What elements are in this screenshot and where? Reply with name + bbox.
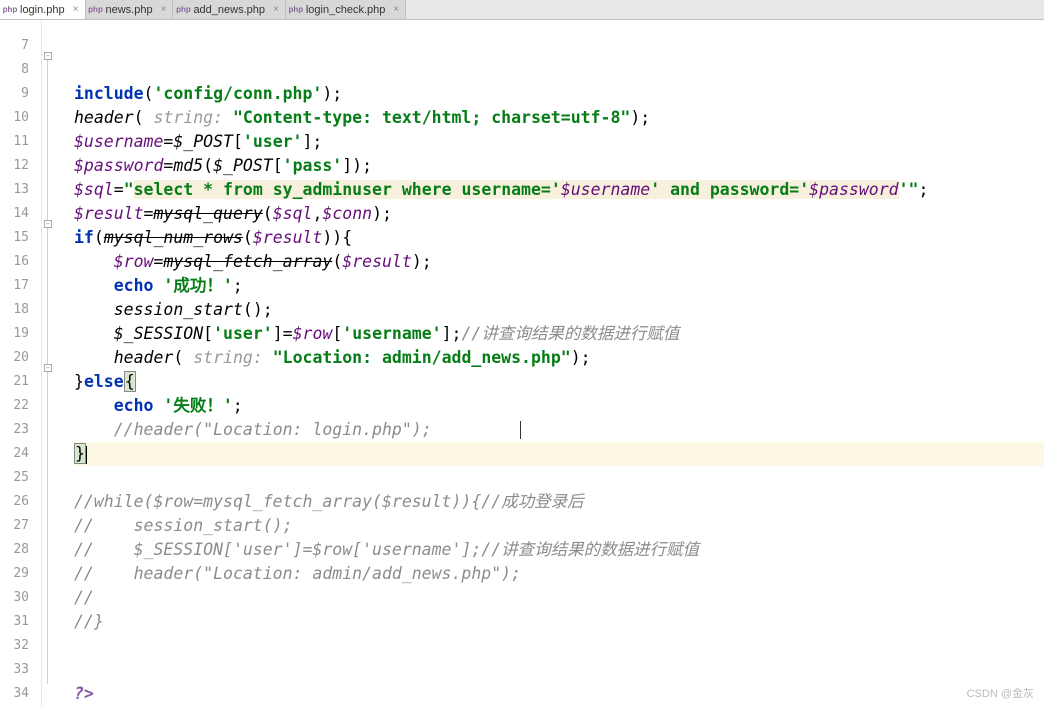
code-line[interactable]: //while($row=mysql_fetch_array($result))…: [74, 490, 1044, 514]
tab-label: news.php: [106, 4, 153, 16]
code-line[interactable]: $row=mysql_fetch_array($result);: [74, 250, 1044, 274]
php-icon: php: [4, 4, 16, 16]
code-line[interactable]: header( string: "Location: admin/add_new…: [74, 346, 1044, 370]
php-icon: php: [90, 4, 102, 16]
line-number: 31: [0, 610, 29, 634]
code-line[interactable]: // $_SESSION['user']=$row['username'];//…: [74, 538, 1044, 562]
code-line[interactable]: $_SESSION['user']=$row['username'];//讲查询…: [74, 322, 1044, 346]
line-number: 26: [0, 490, 29, 514]
php-icon: php: [290, 4, 302, 16]
tab-label: login_check.php: [306, 4, 386, 16]
line-number: 10: [0, 106, 29, 130]
line-number: 18: [0, 298, 29, 322]
line-number: 8: [0, 58, 29, 82]
close-icon[interactable]: ×: [273, 4, 279, 15]
line-number: 17: [0, 274, 29, 298]
line-number: 29: [0, 562, 29, 586]
close-icon[interactable]: ×: [393, 4, 399, 15]
code-line[interactable]: if(mysql_num_rows($result)){: [74, 226, 1044, 250]
line-number: 23: [0, 418, 29, 442]
code-line[interactable]: [74, 34, 1044, 58]
code-line[interactable]: // header("Location: admin/add_news.php"…: [74, 562, 1044, 586]
code-line[interactable]: [74, 634, 1044, 658]
line-number: 9: [0, 82, 29, 106]
code-line[interactable]: [74, 466, 1044, 490]
code-area[interactable]: include('config/conn.php');header( strin…: [74, 20, 1044, 707]
line-number: 14: [0, 202, 29, 226]
code-line[interactable]: //header("Location: login.php");: [74, 418, 1044, 442]
tab-add-news-php[interactable]: php add_news.php ×: [173, 0, 285, 19]
line-number: 7: [0, 34, 29, 58]
code-line[interactable]: [74, 658, 1044, 682]
line-number: 32: [0, 634, 29, 658]
tab-login-check-php[interactable]: php login_check.php ×: [286, 0, 406, 19]
code-line[interactable]: //}: [74, 610, 1044, 634]
line-number: 11: [0, 130, 29, 154]
code-line[interactable]: $username=$_POST['user'];: [74, 130, 1044, 154]
line-number: 15: [0, 226, 29, 250]
tab-bar: php login.php × php news.php × php add_n…: [0, 0, 1044, 20]
line-number: 28: [0, 538, 29, 562]
code-line[interactable]: header( string: "Content-type: text/html…: [74, 106, 1044, 130]
code-line[interactable]: }: [74, 442, 1044, 466]
editor-area: 7891011121314151617181920212223242526272…: [0, 20, 1044, 707]
tab-login-php[interactable]: php login.php ×: [0, 0, 86, 19]
tab-label: login.php: [20, 4, 65, 16]
code-line[interactable]: $result=mysql_query($sql,$conn);: [74, 202, 1044, 226]
line-number-gutter: 7891011121314151617181920212223242526272…: [0, 20, 42, 707]
line-number: 19: [0, 322, 29, 346]
close-icon[interactable]: ×: [73, 4, 79, 15]
line-number: 22: [0, 394, 29, 418]
code-line[interactable]: echo '成功！';: [74, 274, 1044, 298]
code-line[interactable]: echo '失败！';: [74, 394, 1044, 418]
fold-marker[interactable]: −: [44, 364, 52, 372]
code-line[interactable]: //: [74, 586, 1044, 610]
line-number: 20: [0, 346, 29, 370]
tab-news-php[interactable]: php news.php ×: [86, 0, 174, 19]
fold-marker[interactable]: −: [44, 220, 52, 228]
code-line[interactable]: include('config/conn.php');: [74, 82, 1044, 106]
line-number: 25: [0, 466, 29, 490]
line-number: 13: [0, 178, 29, 202]
code-line[interactable]: [74, 58, 1044, 82]
line-number: 30: [0, 586, 29, 610]
php-icon: php: [177, 4, 189, 16]
code-line[interactable]: $password=md5($_POST['pass']);: [74, 154, 1044, 178]
close-icon[interactable]: ×: [161, 4, 167, 15]
text-cursor: [520, 421, 521, 439]
code-line[interactable]: ?>: [74, 682, 1044, 706]
margin-strip: [54, 20, 74, 707]
line-number: 24: [0, 442, 29, 466]
code-line[interactable]: }else{: [74, 370, 1044, 394]
line-number: 21: [0, 370, 29, 394]
line-number: 27: [0, 514, 29, 538]
watermark: CSDN @金灰: [967, 685, 1034, 701]
code-line[interactable]: // session_start();: [74, 514, 1044, 538]
line-number: 33: [0, 658, 29, 682]
line-number: 16: [0, 250, 29, 274]
code-line[interactable]: session_start();: [74, 298, 1044, 322]
tab-label: add_news.php: [193, 4, 265, 16]
fold-column: − − −: [42, 20, 54, 707]
line-number: 34: [0, 682, 29, 706]
code-line[interactable]: $sql="select * from sy_adminuser where u…: [74, 178, 1044, 202]
fold-marker[interactable]: −: [44, 52, 52, 60]
line-number: 12: [0, 154, 29, 178]
